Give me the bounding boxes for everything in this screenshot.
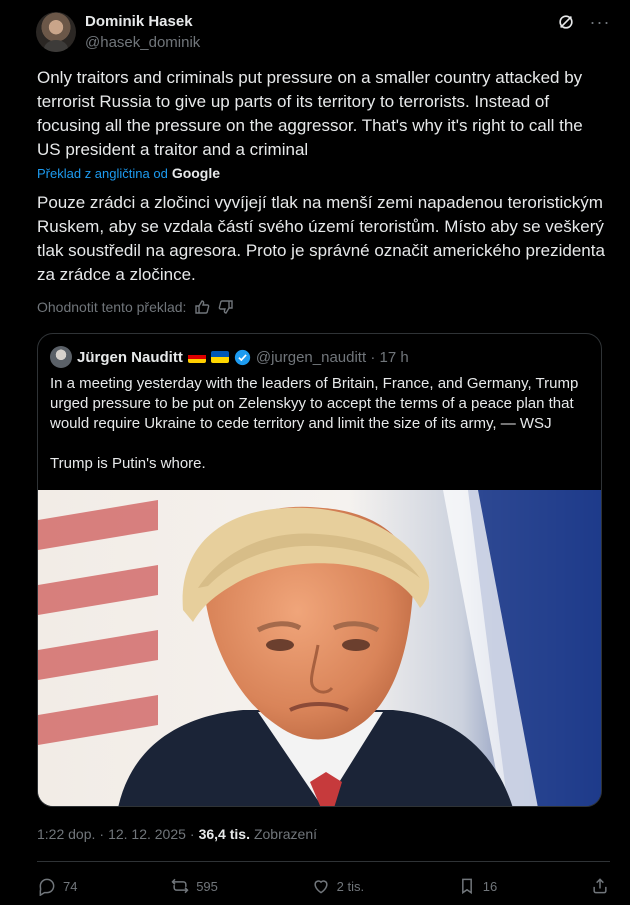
- repost-icon: [171, 878, 189, 894]
- like-count: 2 tis.: [336, 878, 365, 894]
- post: Dominik Hasek @hasek_dominik ··· Only tr…: [0, 0, 630, 905]
- divider: [37, 861, 610, 862]
- thumbs-up-icon[interactable]: [194, 299, 210, 315]
- author-name[interactable]: Dominik Hasek: [85, 13, 193, 30]
- post-date[interactable]: 12. 12. 2025: [108, 826, 186, 842]
- meta-separator: ·: [99, 826, 105, 842]
- quote-header: Jürgen Nauditt @jurgen_nauditt · 17 h: [50, 346, 409, 368]
- rate-translation: Ohodnotit tento překlad:: [37, 299, 234, 315]
- post-time[interactable]: 1:22 dop.: [37, 826, 95, 842]
- post-header: Dominik Hasek @hasek_dominik ···: [36, 12, 610, 56]
- share-button[interactable]: [590, 876, 610, 896]
- quote-photo[interactable]: [38, 490, 601, 806]
- like-icon: [314, 880, 328, 894]
- quote-avatar[interactable]: [50, 346, 72, 368]
- translation-attribution[interactable]: Překlad z angličtina od Google: [37, 165, 220, 181]
- more-icon[interactable]: ···: [590, 12, 610, 32]
- like-button[interactable]: 2 tis.: [311, 876, 364, 896]
- author-avatar[interactable]: [36, 12, 76, 52]
- grok-icon[interactable]: [556, 12, 576, 32]
- germany-flag-icon: [187, 351, 206, 363]
- meta-separator: ·: [189, 826, 195, 842]
- post-meta: 1:22 dop. · 12. 12. 2025 · 36,4 tis. Zob…: [37, 826, 317, 842]
- views-label: Zobrazení: [253, 826, 318, 842]
- views-count[interactable]: 36,4 tis.: [199, 826, 250, 842]
- reply-count: 74: [63, 878, 78, 894]
- ukraine-flag-icon: [210, 351, 229, 363]
- bookmark-icon: [461, 878, 472, 895]
- translated-by-label: Překlad z angličtina od: [37, 165, 168, 181]
- share-icon: [593, 878, 607, 894]
- thumbs-down-icon[interactable]: [218, 299, 234, 315]
- rate-translation-label: Ohodnotit tento překlad:: [37, 299, 187, 315]
- top-icons: ···: [556, 12, 610, 32]
- reply-button[interactable]: 74: [37, 876, 77, 896]
- post-text-translated: Pouze zrádci a zločinci vyvíjejí tlak na…: [37, 193, 605, 284]
- reply-icon: [39, 878, 55, 896]
- action-bar: 74 595 2 tis. 16: [37, 874, 610, 898]
- post-text-original: Only traitors and criminals put pressure…: [37, 68, 583, 159]
- quoted-post[interactable]: Jürgen Nauditt @jurgen_nauditt · 17 h In…: [37, 333, 602, 807]
- quote-text: In a meeting yesterday with the leaders …: [50, 375, 579, 472]
- google-logo: Google: [171, 165, 221, 181]
- repost-count: 595: [196, 878, 218, 894]
- bookmark-button[interactable]: 16: [457, 876, 497, 896]
- bookmark-count: 16: [482, 878, 498, 894]
- repost-button[interactable]: 595: [170, 876, 218, 896]
- quote-author-name[interactable]: Jürgen Nauditt: [77, 349, 183, 366]
- author-handle[interactable]: @hasek_dominik: [85, 34, 200, 51]
- verified-badge-icon: [234, 349, 250, 365]
- quote-handle-time[interactable]: @jurgen_nauditt · 17 h: [256, 349, 409, 366]
